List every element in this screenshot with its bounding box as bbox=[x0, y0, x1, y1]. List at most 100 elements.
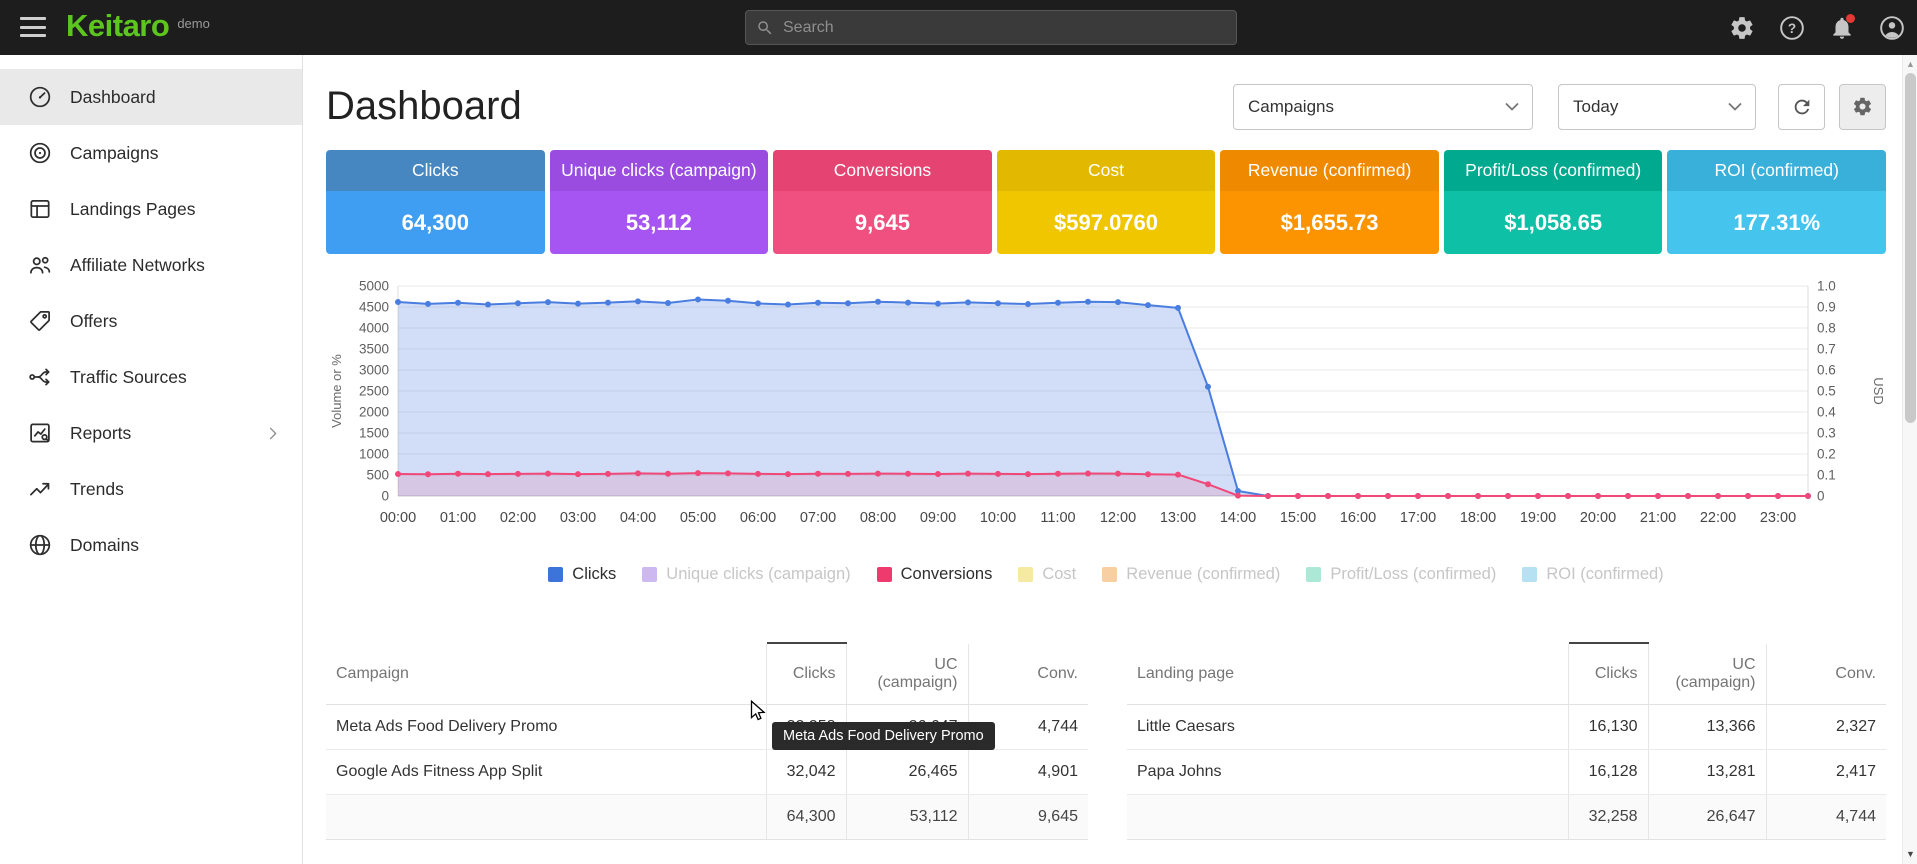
legend-item-conversions[interactable]: Conversions bbox=[877, 565, 993, 584]
legend-item-clicks[interactable]: Clicks bbox=[548, 565, 616, 584]
scroll-up-icon[interactable]: ▲ bbox=[1903, 57, 1917, 71]
metric-card-value: $1,058.65 bbox=[1444, 191, 1663, 254]
metric-card-label: Unique clicks (campaign) bbox=[550, 150, 769, 191]
legend-item-profit-loss-confirmed[interactable]: Profit/Loss (confirmed) bbox=[1306, 565, 1496, 584]
search-bar[interactable] bbox=[745, 10, 1237, 45]
sidebar-item-offers[interactable]: Offers bbox=[0, 293, 302, 349]
metric-card-value: $1,655.73 bbox=[1220, 191, 1439, 254]
svg-text:0.6: 0.6 bbox=[1817, 363, 1836, 378]
column-header-campaign[interactable]: Campaign bbox=[326, 643, 766, 705]
column-header-landing-page[interactable]: Landing page bbox=[1127, 643, 1568, 705]
svg-text:15:00: 15:00 bbox=[1280, 510, 1316, 526]
metric-card-value: 53,112 bbox=[550, 191, 769, 254]
help-icon[interactable]: ? bbox=[1779, 15, 1805, 41]
legend-item-cost[interactable]: Cost bbox=[1018, 565, 1076, 584]
svg-text:02:00: 02:00 bbox=[500, 510, 536, 526]
column-header-clicks[interactable]: Clicks bbox=[766, 643, 846, 705]
page-title: Dashboard bbox=[326, 83, 522, 130]
row-tooltip: Meta Ads Food Delivery Promo bbox=[772, 722, 995, 750]
trends-icon bbox=[27, 476, 53, 502]
svg-text:03:00: 03:00 bbox=[560, 510, 596, 526]
svg-text:23:00: 23:00 bbox=[1760, 510, 1796, 526]
reports-icon bbox=[27, 420, 53, 446]
metric-card-roi-confirmed[interactable]: ROI (confirmed)177.31% bbox=[1667, 150, 1886, 254]
sidebar-item-campaigns[interactable]: Campaigns bbox=[0, 125, 302, 181]
traffic-sources-icon bbox=[27, 364, 53, 390]
metric-card-label: Revenue (confirmed) bbox=[1220, 150, 1439, 191]
metric-card-unique-clicks-campaign[interactable]: Unique clicks (campaign)53,112 bbox=[550, 150, 769, 254]
landings-pages-icon bbox=[27, 196, 53, 222]
metric-card-label: ROI (confirmed) bbox=[1667, 150, 1886, 191]
campaign-name-cell: Google Ads Fitness App Split bbox=[326, 750, 766, 795]
metric-card-value: 177.31% bbox=[1667, 191, 1886, 254]
metric-card-conversions[interactable]: Conversions9,645 bbox=[773, 150, 992, 254]
metric-card-clicks[interactable]: Clicks64,300 bbox=[326, 150, 545, 254]
column-header-uc-campaign[interactable]: UC (campaign) bbox=[1648, 643, 1766, 705]
svg-text:11:00: 11:00 bbox=[1040, 510, 1075, 526]
sidebar-item-reports[interactable]: Reports bbox=[0, 405, 302, 461]
sidebar-item-landings-pages[interactable]: Landings Pages bbox=[0, 181, 302, 237]
notifications-bell-icon[interactable] bbox=[1829, 15, 1855, 41]
sidebar-item-label: Traffic Sources bbox=[70, 367, 187, 388]
chevron-down-icon bbox=[1728, 102, 1742, 111]
table-row-papa-johns[interactable]: Papa Johns16,12813,2812,417 bbox=[1127, 750, 1886, 795]
topbar-icons: ? bbox=[1729, 0, 1905, 55]
campaigns-filter-select[interactable]: Campaigns bbox=[1233, 84, 1533, 130]
account-icon[interactable] bbox=[1879, 15, 1905, 41]
scroll-down-icon[interactable]: ▼ bbox=[1903, 847, 1917, 861]
sidebar-item-traffic-sources[interactable]: Traffic Sources bbox=[0, 349, 302, 405]
scrollbar-thumb[interactable] bbox=[1905, 73, 1916, 423]
notification-badge-dot bbox=[1846, 14, 1855, 23]
metric-card-revenue-confirmed[interactable]: Revenue (confirmed)$1,655.73 bbox=[1220, 150, 1439, 254]
sidebar-item-label: Landings Pages bbox=[70, 199, 196, 220]
legend-item-unique-clicks-campaign[interactable]: Unique clicks (campaign) bbox=[642, 565, 850, 584]
metric-card-profit-loss-confirmed[interactable]: Profit/Loss (confirmed)$1,058.65 bbox=[1444, 150, 1663, 254]
affiliate-networks-icon bbox=[27, 252, 53, 278]
sidebar-item-label: Affiliate Networks bbox=[70, 255, 205, 276]
total-cell: 9,645 bbox=[968, 795, 1088, 840]
domains-icon bbox=[27, 532, 53, 558]
refresh-button[interactable] bbox=[1778, 84, 1825, 130]
date-range-select[interactable]: Today bbox=[1558, 84, 1756, 130]
dashboard-settings-button[interactable] bbox=[1839, 84, 1886, 130]
legend-item-revenue-confirmed[interactable]: Revenue (confirmed) bbox=[1102, 565, 1280, 584]
metric-card-label: Profit/Loss (confirmed) bbox=[1444, 150, 1663, 191]
total-cell: 4,744 bbox=[1766, 795, 1886, 840]
legend-swatch bbox=[548, 567, 563, 582]
column-header-conv[interactable]: Conv. bbox=[1766, 643, 1886, 705]
svg-text:21:00: 21:00 bbox=[1640, 510, 1676, 526]
search-input[interactable] bbox=[783, 19, 1226, 37]
sidebar-item-label: Offers bbox=[70, 311, 117, 332]
metric-card-cost[interactable]: Cost$597.0760 bbox=[997, 150, 1216, 254]
sidebar-item-dashboard[interactable]: Dashboard bbox=[0, 69, 302, 125]
campaigns-icon bbox=[27, 140, 53, 166]
column-header-conv[interactable]: Conv. bbox=[968, 643, 1088, 705]
date-range-value: Today bbox=[1573, 97, 1618, 117]
vertical-scrollbar[interactable]: ▲ ▼ bbox=[1902, 55, 1917, 864]
legend-swatch bbox=[877, 567, 892, 582]
metric-card-value: 64,300 bbox=[326, 191, 545, 254]
metric-cell: 2,417 bbox=[1766, 750, 1886, 795]
sidebar-item-affiliate-networks[interactable]: Affiliate Networks bbox=[0, 237, 302, 293]
svg-text:?: ? bbox=[1788, 20, 1796, 35]
hamburger-menu-icon[interactable] bbox=[20, 17, 46, 37]
logo-demo-badge: demo bbox=[177, 16, 210, 31]
logo[interactable]: Keitarodemo bbox=[66, 8, 210, 44]
table-row-google-ads-fitness-app-split[interactable]: Google Ads Fitness App Split32,04226,465… bbox=[326, 750, 1088, 795]
column-header-clicks[interactable]: Clicks bbox=[1568, 643, 1648, 705]
chart-container: 50001.045000.940000.835000.730000.625000… bbox=[326, 276, 1886, 549]
legend-item-roi-confirmed[interactable]: ROI (confirmed) bbox=[1522, 565, 1663, 584]
campaign-name-cell: Meta Ads Food Delivery Promo bbox=[326, 705, 766, 750]
table-row-little-caesars[interactable]: Little Caesars16,13013,3662,327 bbox=[1127, 705, 1886, 750]
column-header-uc-campaign[interactable]: UC (campaign) bbox=[846, 643, 968, 705]
svg-text:08:00: 08:00 bbox=[860, 510, 896, 526]
settings-icon[interactable] bbox=[1729, 15, 1755, 41]
sidebar-item-domains[interactable]: Domains bbox=[0, 517, 302, 573]
svg-text:3500: 3500 bbox=[359, 342, 389, 357]
svg-text:18:00: 18:00 bbox=[1460, 510, 1496, 526]
svg-text:0.3: 0.3 bbox=[1817, 426, 1836, 441]
sidebar-item-label: Reports bbox=[70, 423, 131, 444]
sidebar-item-trends[interactable]: Trends bbox=[0, 461, 302, 517]
legend-label: Unique clicks (campaign) bbox=[666, 565, 850, 584]
metric-cell: 32,042 bbox=[766, 750, 846, 795]
